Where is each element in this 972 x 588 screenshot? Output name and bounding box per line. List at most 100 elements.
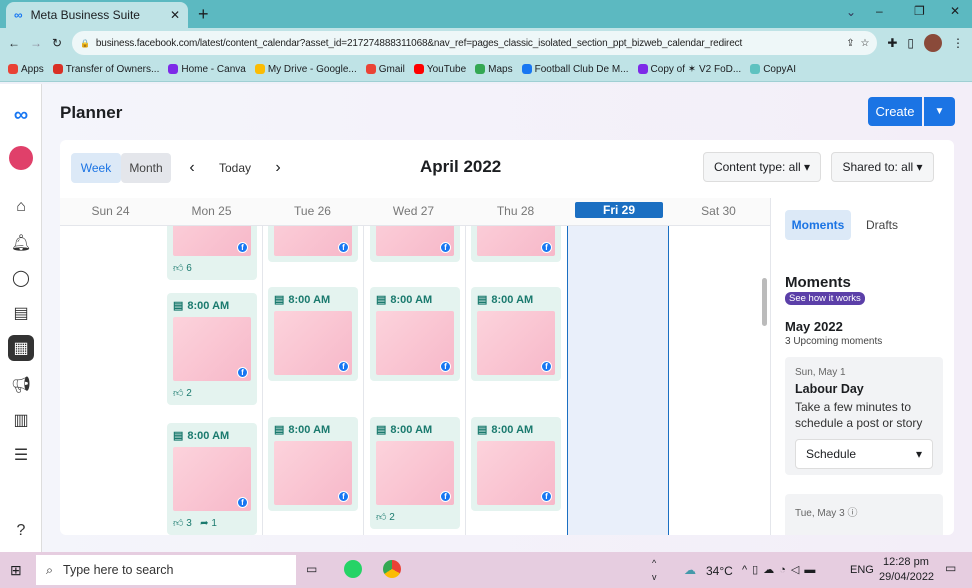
reload-icon[interactable]: ↻ xyxy=(52,36,62,50)
current-month-label: April 2022 xyxy=(420,157,502,176)
bookmark-item[interactable]: Home - Canva xyxy=(168,64,246,75)
bookmark-star-icon[interactable]: ☆ xyxy=(861,38,870,49)
all-tools-menu-icon[interactable]: ☰ xyxy=(8,442,34,468)
clock-time[interactable]: 12:28 pm xyxy=(883,556,929,568)
create-button[interactable]: Create xyxy=(868,97,922,126)
taskbar: ⊞ ⌕ Type here to search ▭ ^ v ☁ 34°C ^▯☁◔◁… xyxy=(0,552,972,588)
post-time: ▤ 8:00 AM xyxy=(477,293,534,307)
post-thumbnail: f xyxy=(173,317,251,381)
chrome-icon[interactable] xyxy=(383,560,401,578)
insights-chart-icon[interactable]: ▥ xyxy=(8,407,34,433)
menu-icon[interactable]: ⋮ xyxy=(952,36,964,50)
like-icon: 👍︎ xyxy=(173,263,184,274)
today-button[interactable]: Today xyxy=(212,153,258,183)
upcoming-count: 3 Upcoming moments xyxy=(785,336,883,347)
profile-avatar[interactable] xyxy=(924,34,942,52)
day-header: Tue 26 xyxy=(294,204,331,218)
close-tab-icon[interactable]: ✕ xyxy=(170,8,180,22)
post-time: ▤ 8:00 AM xyxy=(173,429,230,443)
shared-to-dropdown[interactable]: Shared to: all ▾ xyxy=(831,152,934,182)
language-indicator[interactable]: ENG xyxy=(850,564,874,576)
bookmark-item[interactable]: CopyAI xyxy=(750,64,796,75)
facebook-icon: f xyxy=(440,491,451,502)
scheduled-post-card[interactable]: ▤ 8:00 AM f xyxy=(268,287,358,381)
content-type-dropdown[interactable]: Content type: all ▾ xyxy=(703,152,821,182)
home-icon[interactable]: ⌂ xyxy=(8,194,34,220)
forward-icon[interactable]: → xyxy=(30,36,42,50)
schedule-dropdown[interactable]: Schedule ▾ xyxy=(795,439,933,469)
minimize-button[interactable]: – xyxy=(876,4,883,18)
next-week-button[interactable]: › xyxy=(268,153,288,183)
system-tray-icons[interactable]: ^▯☁◔◁▬ xyxy=(742,563,820,576)
info-icon[interactable]: ⓘ xyxy=(847,508,857,519)
bookmark-item[interactable]: Transfer of Owners... xyxy=(52,64,159,75)
day-header: Wed 27 xyxy=(392,204,435,218)
meta-logo-icon[interactable]: ∞ xyxy=(8,102,34,128)
inbox-chat-icon[interactable]: ◯ xyxy=(8,265,34,291)
scheduled-post-card[interactable]: ▤ 8:00 AM f xyxy=(471,287,561,381)
task-view-icon[interactable]: ▭ xyxy=(306,562,317,576)
content-icon[interactable]: ▤ xyxy=(8,300,34,326)
planner-calendar-icon[interactable]: ▦ xyxy=(8,335,34,361)
day-header: Thu 28 xyxy=(496,204,535,218)
scheduled-post-card[interactable]: ▤ 8:00 AM f xyxy=(471,417,561,511)
post-thumbnail: f xyxy=(376,441,454,505)
tab-search-icon[interactable]: ⌄ xyxy=(846,5,856,19)
new-tab-button[interactable]: + xyxy=(198,4,209,25)
url-input[interactable]: 🔒 business.facebook.com/latest/content_c… xyxy=(72,31,878,55)
windows-start-icon[interactable]: ⊞ xyxy=(10,562,22,579)
bookmarks-bar: Apps Transfer of Owners... Home - Canva My … xyxy=(0,58,972,82)
post-type-icon: ▤ xyxy=(274,424,285,436)
previous-week-button[interactable]: ‹ xyxy=(182,153,202,183)
column-divider xyxy=(262,226,263,535)
month-view-button[interactable]: Month xyxy=(121,153,171,183)
close-window-button[interactable]: ✕ xyxy=(950,4,960,18)
share-icon[interactable]: ⇪ xyxy=(846,38,854,49)
scheduled-post-card[interactable]: ▤ 8:00 AM f 👍︎ 3 ➦ 1 xyxy=(167,423,257,535)
day-header-today: Fri 29 xyxy=(575,202,663,218)
post-type-icon: ▤ xyxy=(477,424,488,436)
browser-tab[interactable]: ∞ Meta Business Suite ✕ xyxy=(6,2,188,28)
like-icon: 👍︎ xyxy=(173,388,184,399)
temperature[interactable]: 34°C xyxy=(706,564,733,578)
like-icon: 👍︎ xyxy=(376,512,387,523)
calendar-scrollbar[interactable] xyxy=(762,278,767,326)
week-view-button[interactable]: Week xyxy=(71,153,121,183)
clock-date[interactable]: 29/04/2022 xyxy=(879,571,934,583)
tab-drafts[interactable]: Drafts xyxy=(857,210,907,240)
scheduled-post-card[interactable]: ▤ 8:00 AM f xyxy=(268,417,358,511)
create-dropdown-button[interactable]: ▼ xyxy=(924,97,955,126)
scheduled-post-card[interactable]: ▤ 8:00 AM f 👍︎ 2 xyxy=(370,417,460,529)
back-icon[interactable]: ← xyxy=(8,36,20,50)
day-header-row: Sun 24 Mon 25 Tue 26 Wed 27 Thu 28 Fri 2… xyxy=(60,198,770,226)
scheduled-post-card[interactable]: ▤ 8:00 AM f xyxy=(370,287,460,381)
bookmark-item[interactable]: Football Club De M... xyxy=(521,64,629,75)
ads-megaphone-icon[interactable]: 📢︎ xyxy=(8,372,34,398)
bookmark-item[interactable]: Apps xyxy=(8,64,44,75)
taskbar-search-input[interactable]: ⌕ Type here to search xyxy=(36,555,296,585)
bookmark-item[interactable]: My Drive - Google... xyxy=(254,64,357,75)
bookmark-item[interactable]: Gmail xyxy=(365,64,405,75)
calendar-card: Week Month ‹ Today › April 2022 Content … xyxy=(60,140,954,535)
tab-moments[interactable]: Moments xyxy=(785,210,851,240)
side-panel-icon[interactable]: ▯ xyxy=(907,36,914,50)
column-divider xyxy=(465,226,466,535)
restore-button[interactable]: ❐ xyxy=(914,4,925,18)
scroll-arrows[interactable]: ^ v xyxy=(652,556,657,584)
bookmark-item[interactable]: YouTube xyxy=(413,64,466,75)
bookmark-icon xyxy=(52,64,63,74)
scheduled-post-card[interactable]: ▤ 8:00 AM f 👍︎ 2 xyxy=(167,293,257,405)
extensions-icon[interactable]: ✚ xyxy=(887,36,897,50)
notifications-bell-icon[interactable]: 🔔︎ xyxy=(8,230,34,256)
bookmark-icon xyxy=(475,64,486,74)
bookmark-item[interactable]: Maps xyxy=(475,64,513,75)
help-icon[interactable]: ? xyxy=(8,518,34,544)
notifications-icon[interactable]: ▭ xyxy=(945,561,956,575)
whatsapp-icon[interactable] xyxy=(344,560,362,578)
bookmark-item[interactable]: Copy of ✶ V2 FoD... xyxy=(637,64,741,75)
see-how-it-works-link[interactable]: See how it works xyxy=(785,292,865,305)
facebook-icon: f xyxy=(338,361,349,372)
page-avatar[interactable] xyxy=(9,146,33,170)
moment-card: Sun, May 1 Labour Day Take a few minutes… xyxy=(785,357,943,475)
post-time: ▤ 8:00 AM xyxy=(376,293,433,307)
